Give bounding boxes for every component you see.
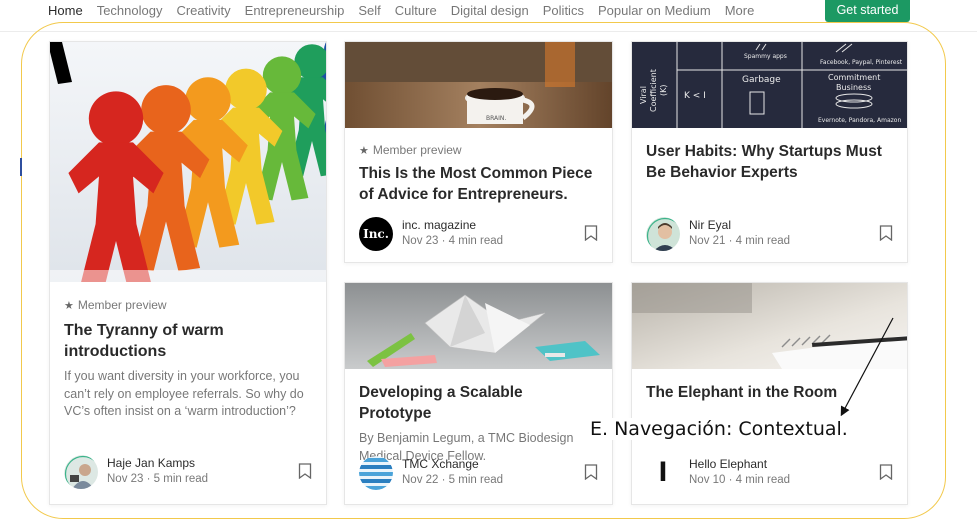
article-image-paper-crane[interactable] xyxy=(345,283,612,369)
article-card-elephant[interactable]: The Elephant in the Room l Hello Elephan… xyxy=(631,282,908,505)
article-title[interactable]: The Tyranny of warm introductions xyxy=(64,320,312,362)
svg-text:Viral: Viral xyxy=(639,86,648,104)
hello-elephant-logo: l xyxy=(658,458,668,488)
avatar-photo xyxy=(64,455,98,489)
article-card-common-advice[interactable]: BRAIN. ★ Member preview This Is the Most… xyxy=(344,41,613,263)
svg-text:Garbage: Garbage xyxy=(742,75,781,85)
publication-avatar[interactable] xyxy=(359,456,393,490)
nav-item-more[interactable]: More xyxy=(725,3,755,18)
svg-text:K < I: K < I xyxy=(684,91,706,101)
article-title[interactable]: User Habits: Why Startups Must Be Behavi… xyxy=(646,141,893,183)
topic-nav: Home Technology Creativity Entrepreneurs… xyxy=(48,3,768,18)
member-preview-label: ★ Member preview xyxy=(359,143,462,157)
nav-item-popular[interactable]: Popular on Medium xyxy=(598,3,711,18)
mug-label: BRAIN. xyxy=(486,115,506,122)
bookmark-icon[interactable] xyxy=(298,463,312,479)
article-card-scalable-prototype[interactable]: Developing a Scalable Prototype By Benja… xyxy=(344,282,613,505)
top-navigation: Home Technology Creativity Entrepreneurs… xyxy=(0,0,977,32)
nav-item-home[interactable]: Home xyxy=(48,3,83,18)
author-avatar[interactable] xyxy=(64,455,98,489)
article-card-user-habits[interactable]: Viral Coefficient (K) K < I Spammy apps … xyxy=(631,41,908,263)
article-image-coffee-mug[interactable]: BRAIN. xyxy=(345,42,612,128)
author-name[interactable]: Nir Eyal xyxy=(689,218,731,232)
star-icon: ★ xyxy=(359,144,369,157)
author-name[interactable]: Hello Elephant xyxy=(689,457,767,471)
article-title[interactable]: The Elephant in the Room xyxy=(646,382,893,403)
paper-crane-illustration xyxy=(345,283,612,369)
svg-text:Commitment: Commitment xyxy=(828,73,880,82)
article-meta: Nov 23 · 5 min read xyxy=(107,473,209,485)
article-title[interactable]: This Is the Most Common Piece of Advice … xyxy=(359,163,598,205)
bookmark-icon[interactable] xyxy=(879,464,893,480)
inc-logo: Inc. xyxy=(363,227,389,241)
annotation-label: E. Navegación: Contextual. xyxy=(588,418,850,440)
avatar-photo xyxy=(646,217,680,251)
article-meta: Nov 23 · 4 min read xyxy=(402,235,504,247)
bookmark-icon[interactable] xyxy=(584,464,598,480)
svg-text:Facebook, Paypal, Pinterest: Facebook, Paypal, Pinterest xyxy=(820,59,903,66)
publication-avatar[interactable]: l xyxy=(646,456,680,490)
member-preview-label: ★ Member preview xyxy=(64,298,167,312)
tmc-logo xyxy=(359,456,393,490)
nav-item-culture[interactable]: Culture xyxy=(395,3,437,18)
svg-text:Business: Business xyxy=(836,83,871,92)
nav-item-politics[interactable]: Politics xyxy=(543,3,584,18)
article-meta: Nov 10 · 4 min read xyxy=(689,474,791,486)
nav-item-creativity[interactable]: Creativity xyxy=(176,3,230,18)
nav-item-self[interactable]: Self xyxy=(358,3,380,18)
bookmark-icon[interactable] xyxy=(584,225,598,241)
bookmark-icon[interactable] xyxy=(879,225,893,241)
article-image-notebook[interactable] xyxy=(632,283,907,369)
article-image-chalkboard[interactable]: Viral Coefficient (K) K < I Spammy apps … xyxy=(632,42,907,128)
author-name[interactable]: TMC Xchange xyxy=(402,457,479,471)
article-title[interactable]: Developing a Scalable Prototype xyxy=(359,382,598,424)
article-meta: Nov 21 · 4 min read xyxy=(689,235,791,247)
nav-item-entrepreneurship[interactable]: Entrepreneurship xyxy=(245,3,345,18)
annotation-marker xyxy=(20,158,22,176)
author-name[interactable]: Haje Jan Kamps xyxy=(107,456,195,470)
article-snippet[interactable]: If you want diversity in your workforce,… xyxy=(64,368,312,421)
wooden-figures-illustration xyxy=(50,42,326,282)
svg-text:Evernote, Pandora, Amazon: Evernote, Pandora, Amazon xyxy=(818,117,901,124)
publication-avatar[interactable]: Inc. xyxy=(359,217,393,251)
star-icon: ★ xyxy=(64,299,74,312)
svg-text:Coefficient: Coefficient xyxy=(649,69,658,112)
svg-text:(K): (K) xyxy=(659,85,668,97)
notebook-illustration xyxy=(632,283,907,369)
svg-text:Spammy apps: Spammy apps xyxy=(744,53,787,60)
nav-item-technology[interactable]: Technology xyxy=(97,3,163,18)
nav-item-digital-design[interactable]: Digital design xyxy=(451,3,529,18)
author-name[interactable]: inc. magazine xyxy=(402,218,476,232)
chalkboard-diagram: Viral Coefficient (K) K < I Spammy apps … xyxy=(632,42,907,128)
article-meta: Nov 22 · 5 min read xyxy=(402,474,504,486)
article-card-tyranny[interactable]: ★ Member preview The Tyranny of warm int… xyxy=(49,41,327,505)
author-avatar[interactable] xyxy=(646,217,680,251)
coffee-mug-illustration: BRAIN. xyxy=(345,42,612,128)
get-started-button[interactable]: Get started xyxy=(825,0,910,22)
article-image-wooden-figures[interactable] xyxy=(50,42,326,282)
